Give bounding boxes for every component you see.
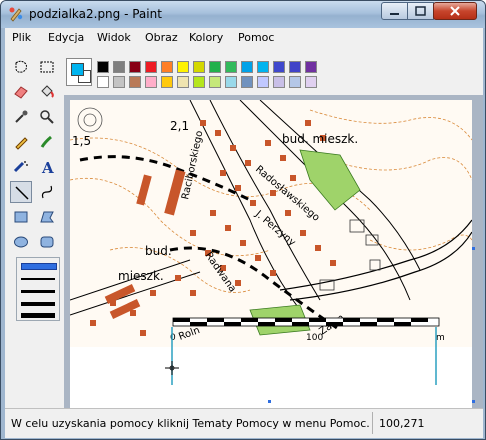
rounded-rectangle-icon xyxy=(40,236,54,248)
paint-app-icon xyxy=(9,7,23,22)
color-picker-tool[interactable] xyxy=(10,106,32,128)
palette-swatch[interactable] xyxy=(241,76,253,88)
airbrush-icon xyxy=(13,161,28,173)
rounded-rectangle-tool[interactable] xyxy=(36,231,58,253)
palette-swatch[interactable] xyxy=(161,76,173,88)
menu-edycja[interactable]: Edycja xyxy=(48,31,84,44)
palette-swatch[interactable] xyxy=(145,61,157,73)
palette-swatch[interactable] xyxy=(193,61,205,73)
title-bar[interactable]: podzialka2.png - Paint xyxy=(1,1,485,28)
palette-swatch[interactable] xyxy=(209,76,221,88)
palette-swatch[interactable] xyxy=(97,76,109,88)
rectangle-icon xyxy=(14,211,28,223)
fill-tool[interactable] xyxy=(36,81,58,103)
eyedropper-icon xyxy=(15,110,28,123)
minimize-icon xyxy=(390,13,399,15)
curve-icon xyxy=(41,185,53,199)
status-bar: W celu uzyskania pomocy kliknij Tematy P… xyxy=(5,408,483,438)
ellipse-tool[interactable] xyxy=(10,231,32,253)
palette-swatch[interactable] xyxy=(273,76,285,88)
palette-swatch[interactable] xyxy=(289,76,301,88)
status-help-text: W celu uzyskania pomocy kliknij Tematy P… xyxy=(11,417,370,430)
current-colors xyxy=(66,58,92,86)
airbrush-tool[interactable] xyxy=(10,156,32,178)
resize-handle-bottom[interactable] xyxy=(268,400,271,403)
rect-select-icon xyxy=(40,61,54,73)
status-coordinates: 100,271 xyxy=(379,417,425,430)
menu-obraz[interactable]: Obraz xyxy=(145,31,178,44)
close-icon xyxy=(450,6,460,16)
toolbox: A xyxy=(5,48,64,408)
palette-swatch[interactable] xyxy=(177,76,189,88)
maximize-button[interactable] xyxy=(407,2,434,20)
menu-bar: Plik Edycja Widok Obraz Kolory Pomoc xyxy=(5,28,483,48)
line-tool[interactable] xyxy=(10,181,32,203)
window-title: podzialka2.png - Paint xyxy=(29,7,162,21)
maximize-icon xyxy=(415,6,426,16)
polygon-icon xyxy=(40,211,54,223)
brush-tool[interactable] xyxy=(36,131,58,153)
palette-swatch[interactable] xyxy=(257,61,269,73)
brush-icon xyxy=(40,135,52,148)
line-width-option[interactable] xyxy=(21,302,55,306)
free-select-icon xyxy=(15,60,27,73)
line-width-option[interactable] xyxy=(21,313,55,318)
line-drawing-overlay xyxy=(165,327,437,385)
palette-swatch[interactable] xyxy=(209,61,221,73)
polygon-tool[interactable] xyxy=(36,206,58,228)
color-palette xyxy=(64,48,483,95)
menu-plik[interactable]: Plik xyxy=(12,31,31,44)
eraser-icon xyxy=(14,86,28,99)
menu-widok[interactable]: Widok xyxy=(97,31,131,44)
line-width-option[interactable] xyxy=(21,290,55,293)
palette-swatch[interactable] xyxy=(113,61,125,73)
palette-swatch[interactable] xyxy=(273,61,285,73)
palette-swatch[interactable] xyxy=(129,76,141,88)
palette-swatch[interactable] xyxy=(305,76,317,88)
menu-kolory[interactable]: Kolory xyxy=(189,31,223,44)
rectangle-tool[interactable] xyxy=(10,206,32,228)
resize-handle-corner[interactable] xyxy=(472,400,475,403)
palette-swatch[interactable] xyxy=(113,76,125,88)
palette-swatch[interactable] xyxy=(225,76,237,88)
text-tool[interactable]: A xyxy=(36,156,58,178)
palette-swatch[interactable] xyxy=(161,61,173,73)
line-width-option[interactable] xyxy=(21,278,55,280)
foreground-color[interactable] xyxy=(71,63,84,76)
resize-handle-right[interactable] xyxy=(472,247,475,250)
curve-tool[interactable] xyxy=(36,181,58,203)
palette-swatch[interactable] xyxy=(193,76,205,88)
line-width-panel xyxy=(16,257,60,321)
svg-text:A: A xyxy=(41,159,54,175)
pencil-icon xyxy=(15,137,28,150)
line-width-option-selected[interactable] xyxy=(21,263,57,270)
pencil-tool[interactable] xyxy=(10,131,32,153)
canvas-area: 1,5 2,1 bud. mieszk. Raciborskiego Rados… xyxy=(64,95,483,408)
palette-swatch[interactable] xyxy=(97,61,109,73)
status-divider xyxy=(372,412,373,434)
palette-swatch[interactable] xyxy=(129,61,141,73)
palette-swatch[interactable] xyxy=(145,76,157,88)
paint-bucket-icon xyxy=(41,85,54,98)
text-icon: A xyxy=(41,159,54,175)
palette-swatch[interactable] xyxy=(257,76,269,88)
rect-select-tool[interactable] xyxy=(36,56,58,78)
eraser-tool[interactable] xyxy=(10,81,32,103)
minimize-button[interactable] xyxy=(381,2,408,20)
palette-swatch[interactable] xyxy=(241,61,253,73)
palette-swatch[interactable] xyxy=(225,61,237,73)
ellipse-icon xyxy=(14,236,28,248)
menu-pomoc[interactable]: Pomoc xyxy=(238,31,274,44)
magnifier-tool[interactable] xyxy=(36,106,58,128)
palette-swatch[interactable] xyxy=(305,61,317,73)
palette-swatch[interactable] xyxy=(289,61,301,73)
close-button[interactable] xyxy=(433,2,477,20)
magnifier-icon xyxy=(40,110,54,124)
palette-swatch[interactable] xyxy=(177,61,189,73)
free-select-tool[interactable] xyxy=(10,56,32,78)
paint-window: podzialka2.png - Paint Plik Edycja Widok… xyxy=(0,0,486,440)
line-icon xyxy=(15,186,29,200)
